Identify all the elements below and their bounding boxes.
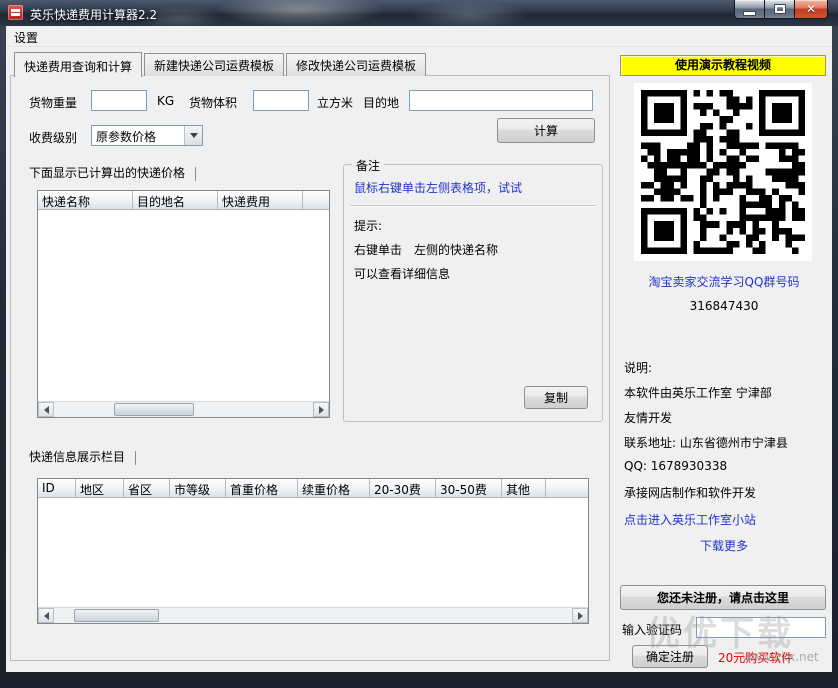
right-arrow-icon xyxy=(578,612,583,620)
caption-divider xyxy=(195,167,196,181)
express-info-table-header: ID 地区 省区 市等级 首重价格 续重价格 20-30费 30-50费 其他 xyxy=(38,479,588,498)
volume-unit-label: 立方米 xyxy=(317,94,353,111)
price-level-label: 收费级别 xyxy=(29,129,77,146)
minimize-button[interactable] xyxy=(734,0,764,19)
express-info-caption: 快递信息展示栏目 xyxy=(29,448,136,465)
destination-label: 目的地 xyxy=(363,94,399,111)
column-header-destination[interactable]: 目的地名 xyxy=(133,191,218,210)
about-line-2: 友情开发 xyxy=(624,409,672,426)
window-title: 英乐快递费用计算器2.2 xyxy=(30,6,157,23)
tutorial-video-button[interactable]: 使用演示教程视频 xyxy=(620,55,826,76)
column-header-first-weight[interactable]: 首重价格 xyxy=(226,479,298,498)
express-info-hscrollbar[interactable] xyxy=(38,607,588,623)
tip-line-2: 可以查看详细信息 xyxy=(354,265,450,282)
remarks-hint-link[interactable]: 鼠标右键单击左侧表格项，试试 xyxy=(354,179,522,196)
about-title: 说明: xyxy=(624,359,652,376)
menu-bar: 设置 xyxy=(6,26,832,47)
chevron-down-icon[interactable] xyxy=(184,126,202,145)
scrollbar-track[interactable] xyxy=(54,402,313,417)
scroll-left-arrow[interactable] xyxy=(38,608,54,623)
weight-unit-label: KG xyxy=(157,94,174,108)
captcha-input[interactable] xyxy=(696,617,826,638)
maximize-icon xyxy=(775,5,785,13)
tips-title: 提示: xyxy=(354,217,382,234)
tab-fee-query[interactable]: 快递费用查询和计算 xyxy=(14,52,142,77)
right-arrow-icon xyxy=(319,406,324,414)
title-bar: 英乐快递费用计算器2.2 ✕ xyxy=(0,0,838,26)
price-level-value: 原参数价格 xyxy=(96,128,182,145)
results-caption: 下面显示已计算出的快递价格 xyxy=(29,164,196,181)
remarks-caption: 备注 xyxy=(352,157,384,174)
remarks-separator xyxy=(350,205,596,207)
qr-code xyxy=(634,83,812,261)
column-header-fee-30-50[interactable]: 30-50费 xyxy=(436,479,502,498)
scrollbar-thumb[interactable] xyxy=(74,609,159,622)
about-line-3: 联系地址: 山东省德州市宁津县 xyxy=(624,434,788,451)
close-icon: ✕ xyxy=(806,2,816,16)
column-header-fee[interactable]: 快递费用 xyxy=(218,191,303,210)
download-more-link[interactable]: 下载更多 xyxy=(618,537,830,554)
captcha-label: 输入验证码 xyxy=(622,621,682,638)
qq-group-link[interactable]: 淘宝卖家交流学习QQ群号码 xyxy=(618,273,830,290)
column-header-additional-weight[interactable]: 续重价格 xyxy=(298,479,370,498)
register-button[interactable]: 您还未注册，请点击这里 xyxy=(620,585,826,610)
app-icon xyxy=(8,5,23,20)
results-hscrollbar[interactable] xyxy=(38,401,329,417)
buy-price-text: 20元购买软件 xyxy=(718,649,793,666)
maximize-button[interactable] xyxy=(764,0,794,19)
column-header-filler xyxy=(546,479,588,498)
column-header-express-name[interactable]: 快递名称 xyxy=(38,191,133,210)
tab-strip: 快递费用查询和计算 新建快递公司运费模板 修改快递公司运费模板 xyxy=(14,54,428,76)
column-header-id[interactable]: ID xyxy=(38,479,76,498)
app-window: 英乐快递费用计算器2.2 ✕ 设置 快递费用查询和计算 新建快递公司运费模板 修… xyxy=(0,0,838,688)
tab-page-fee-query: 货物重量 KG 货物体积 立方米 目的地 收费级别 原参数价格 计算 下面显示已… xyxy=(10,75,610,661)
results-table-body[interactable] xyxy=(38,210,329,401)
weight-label: 货物重量 xyxy=(29,94,77,111)
confirm-register-button[interactable]: 确定注册 xyxy=(632,645,708,668)
about-line-5: 承接网店制作和软件开发 xyxy=(624,484,756,501)
scrollbar-track[interactable] xyxy=(54,608,572,623)
scroll-left-arrow[interactable] xyxy=(38,402,54,417)
about-line-4: QQ: 1678930338 xyxy=(624,459,727,473)
results-table: 快递名称 目的地名 快递费用 xyxy=(37,190,330,418)
menu-item-settings[interactable]: 设置 xyxy=(6,26,46,49)
left-arrow-icon xyxy=(44,612,49,620)
remarks-groupbox: 备注 鼠标右键单击左侧表格项，试试 提示: 右键单击 左侧的快递名称 可以查看详… xyxy=(343,164,603,422)
close-button[interactable]: ✕ xyxy=(794,0,828,19)
results-table-header: 快递名称 目的地名 快递费用 xyxy=(38,191,329,210)
scroll-right-arrow[interactable] xyxy=(313,402,329,417)
window-controls: ✕ xyxy=(734,0,828,19)
weight-input[interactable] xyxy=(91,90,147,111)
column-header-region[interactable]: 地区 xyxy=(76,479,124,498)
client-area: 快递费用查询和计算 新建快递公司运费模板 修改快递公司运费模板 货物重量 KG … xyxy=(6,47,832,672)
studio-site-link[interactable]: 点击进入英乐工作室小站 xyxy=(624,511,756,528)
qq-group-number: 316847430 xyxy=(618,299,830,313)
caption-divider xyxy=(135,451,136,465)
volume-input[interactable] xyxy=(253,90,309,111)
left-arrow-icon xyxy=(44,406,49,414)
tab-edit-template[interactable]: 修改快递公司运费模板 xyxy=(286,53,426,76)
price-level-select[interactable]: 原参数价格 xyxy=(91,125,203,146)
volume-label: 货物体积 xyxy=(189,94,237,111)
destination-input[interactable] xyxy=(409,90,593,111)
express-info-table: ID 地区 省区 市等级 首重价格 续重价格 20-30费 30-50费 其他 xyxy=(37,478,589,624)
column-header-other[interactable]: 其他 xyxy=(502,479,546,498)
scrollbar-thumb[interactable] xyxy=(114,403,194,416)
column-header-city-level[interactable]: 市等级 xyxy=(170,479,226,498)
copy-button[interactable]: 复制 xyxy=(524,386,588,409)
minimize-icon xyxy=(743,11,756,16)
column-header-filler xyxy=(303,191,329,210)
tab-new-template[interactable]: 新建快递公司运费模板 xyxy=(144,53,284,76)
tip-line-1: 右键单击 左侧的快递名称 xyxy=(354,241,498,258)
express-info-table-body[interactable] xyxy=(38,498,588,607)
column-header-fee-20-30[interactable]: 20-30费 xyxy=(370,479,436,498)
about-line-1: 本软件由英乐工作室 宁津部 xyxy=(624,384,772,401)
scroll-right-arrow[interactable] xyxy=(572,608,588,623)
column-header-province[interactable]: 省区 xyxy=(124,479,170,498)
calculate-button[interactable]: 计算 xyxy=(497,118,595,143)
